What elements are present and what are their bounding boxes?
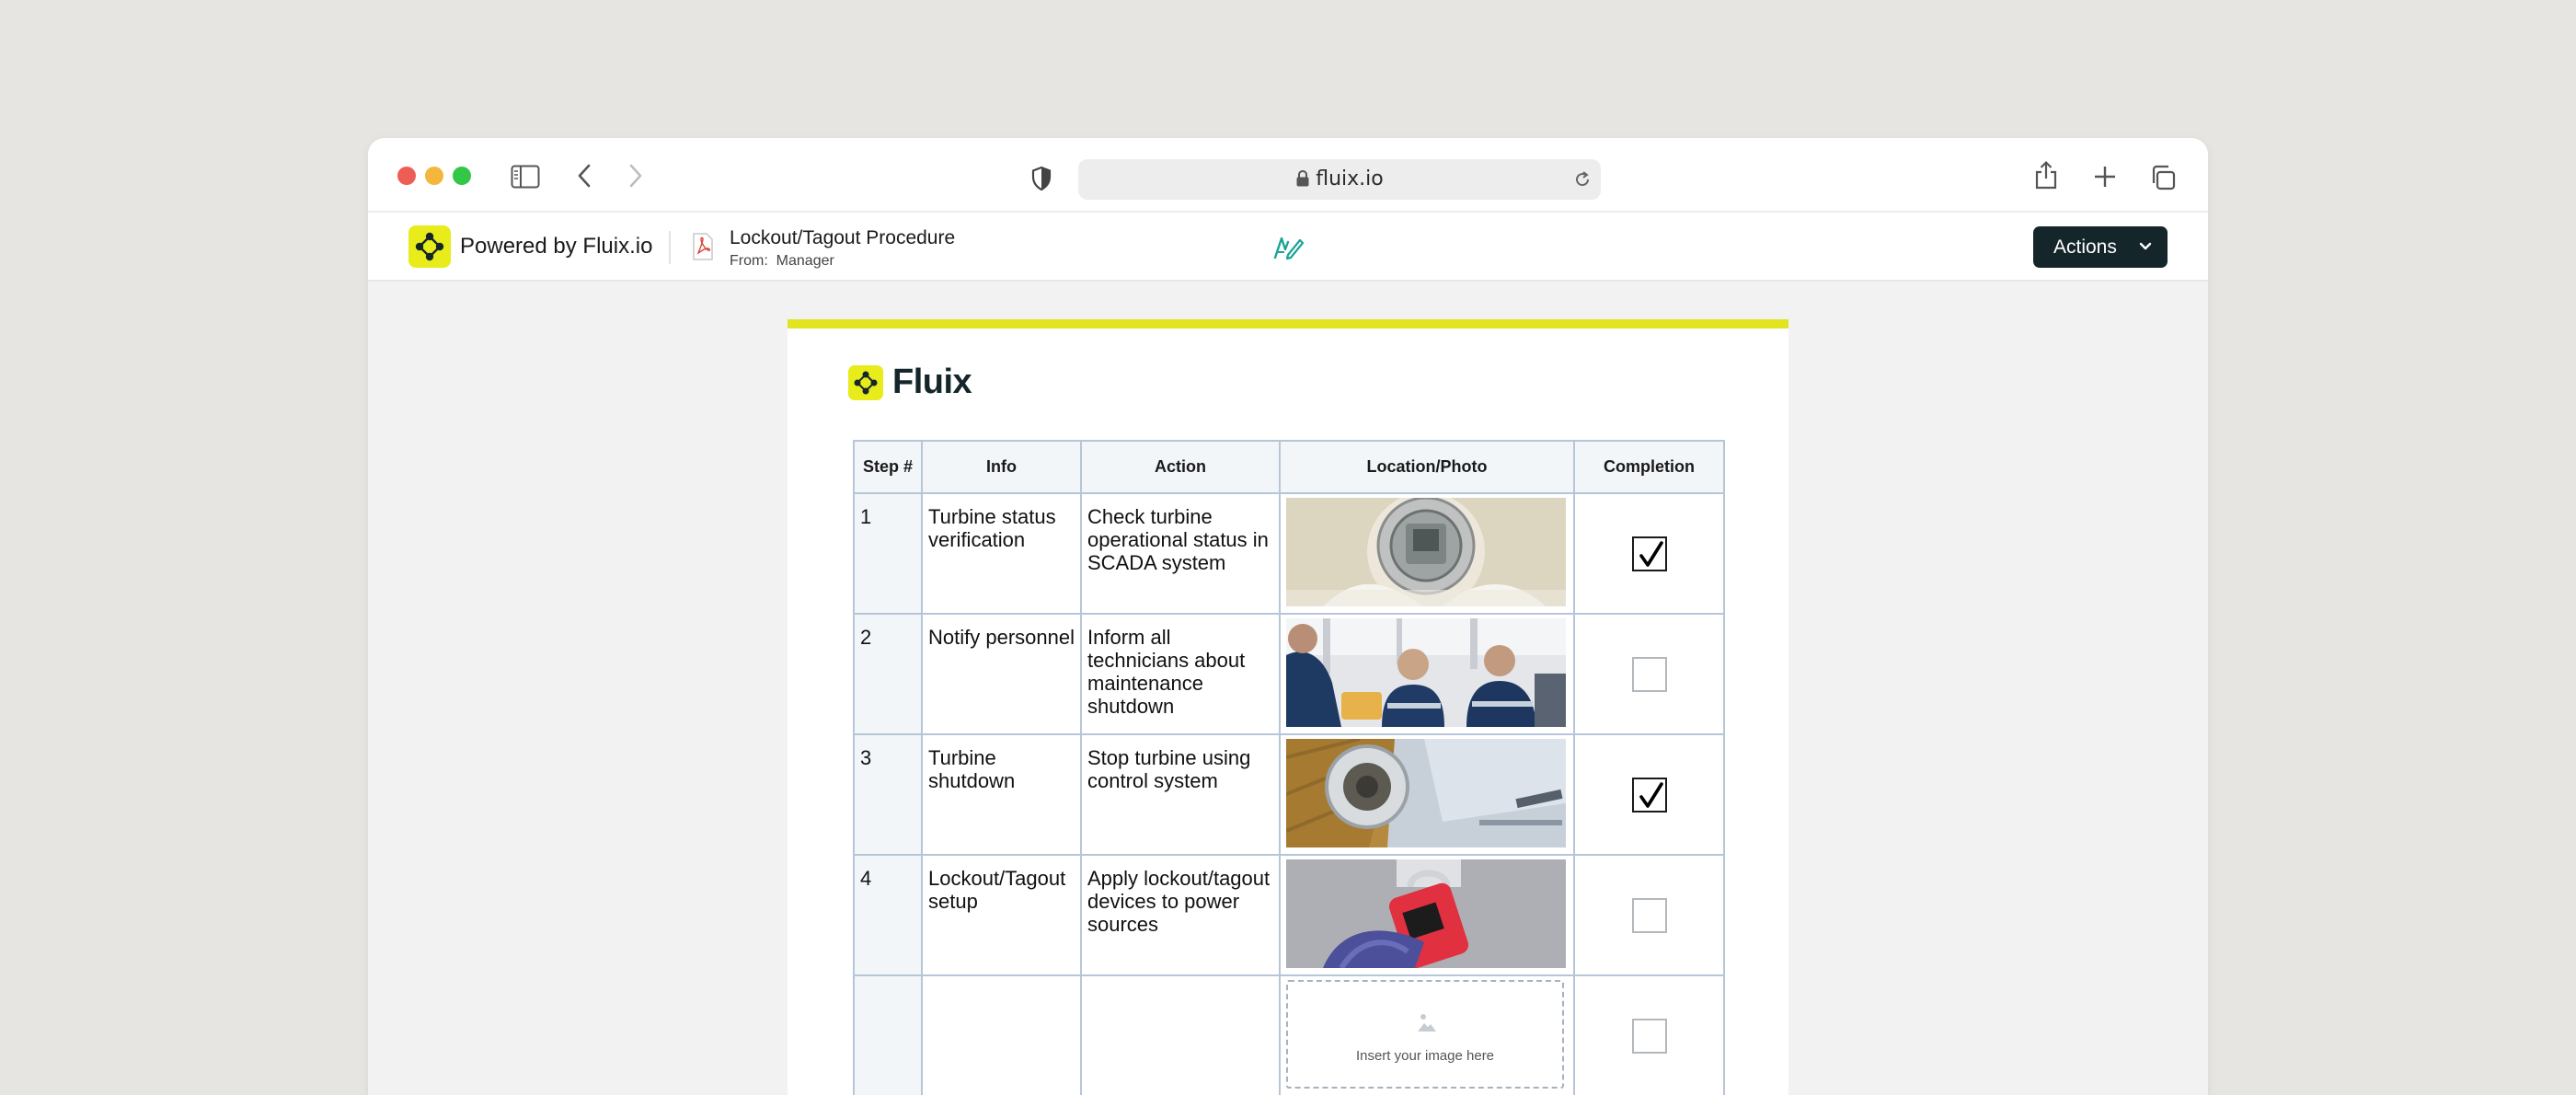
completion-cell <box>1573 733 1725 856</box>
step-number: 1 <box>853 492 923 615</box>
divider <box>669 231 671 264</box>
document-logo-text: Fluix <box>892 363 972 401</box>
document-sender: From: Manager <box>730 251 834 271</box>
table-row: 2 Notify personnel Inform all technician… <box>853 613 1725 735</box>
step-action[interactable]: Check turbine operational status in SCAD… <box>1080 492 1281 615</box>
shield-icon[interactable] <box>1030 166 1052 191</box>
browser-window: fluix.io Powered by Fluix.io Lockout/Tag… <box>368 138 2208 1095</box>
completion-cell <box>1573 613 1725 735</box>
powered-by-label: Powered by Fluix.io <box>460 234 653 259</box>
completion-checkbox[interactable] <box>1631 1018 1667 1054</box>
step-info[interactable]: Notify personnel <box>921 613 1082 735</box>
table-row: 3 Turbine shutdown Stop turbine using co… <box>853 733 1725 856</box>
table-row: Insert your image here <box>853 974 1725 1095</box>
technicians-photo[interactable] <box>1286 618 1566 727</box>
turbine-hub-photo[interactable] <box>1286 498 1566 606</box>
browser-toolbar: fluix.io <box>368 138 2208 213</box>
step-action[interactable]: Stop turbine using control system <box>1080 733 1281 856</box>
steps-table: Step # Info Action Location/Photo Comple… <box>853 440 1725 1095</box>
table-row: 4 Lockout/Tagout setup Apply lockout/tag… <box>853 854 1725 976</box>
column-header: Location/Photo <box>1279 440 1575 494</box>
completion-checkbox[interactable] <box>1631 777 1667 813</box>
step-number: 4 <box>853 854 923 976</box>
photo-cell <box>1279 613 1575 735</box>
step-number <box>853 974 923 1095</box>
fluix-logo-icon <box>408 225 451 268</box>
close-window-button[interactable] <box>397 167 416 185</box>
table-row: 1 Turbine status verification Check turb… <box>853 492 1725 615</box>
pdf-file-icon <box>693 233 713 260</box>
completion-cell <box>1573 492 1725 615</box>
table-header-row: Step # Info Action Location/Photo Comple… <box>853 440 1725 494</box>
new-tab-icon[interactable] <box>2093 165 2117 189</box>
reload-icon[interactable] <box>1573 170 1592 189</box>
checkmark-icon <box>1639 540 1663 567</box>
completion-checkbox[interactable] <box>1631 656 1667 692</box>
document-page: Fluix Step # Info Action Location/Photo … <box>788 319 1788 1095</box>
lockout-padlock-photo[interactable] <box>1286 859 1566 968</box>
step-number: 3 <box>853 733 923 856</box>
minimize-window-button[interactable] <box>425 167 443 185</box>
actions-label: Actions <box>2053 236 2117 258</box>
step-action[interactable]: Inform all technicians about maintenance… <box>1080 613 1281 735</box>
photo-cell: Insert your image here <box>1279 974 1575 1095</box>
url-text: fluix.io <box>1316 167 1384 190</box>
column-header: Completion <box>1573 440 1725 494</box>
photo-cell <box>1279 733 1575 856</box>
from-label: From: <box>730 253 768 269</box>
image-icon <box>1418 1014 1436 1032</box>
photo-cell <box>1279 854 1575 976</box>
photo-cell <box>1279 492 1575 615</box>
completion-cell <box>1573 854 1725 976</box>
step-action[interactable] <box>1080 974 1281 1095</box>
column-header: Action <box>1080 440 1281 494</box>
fluix-logo-icon <box>848 365 883 400</box>
app-header: Powered by Fluix.io Lockout/Tagout Proce… <box>368 213 2208 282</box>
zoom-window-button[interactable] <box>453 167 471 185</box>
completion-checkbox[interactable] <box>1631 536 1667 571</box>
image-placeholder[interactable]: Insert your image here <box>1286 980 1564 1089</box>
step-number: 2 <box>853 613 923 735</box>
image-placeholder-label: Insert your image here <box>1355 1048 1495 1064</box>
back-icon[interactable] <box>576 163 592 189</box>
forward-icon[interactable] <box>627 163 644 189</box>
signature-icon[interactable] <box>1271 233 1305 262</box>
document-title: Lockout/Tagout Procedure <box>730 227 956 248</box>
sidebar-icon[interactable] <box>511 165 540 189</box>
column-header: Info <box>921 440 1082 494</box>
actions-button[interactable]: Actions <box>2033 226 2168 268</box>
completion-checkbox[interactable] <box>1631 897 1667 933</box>
step-info[interactable]: Turbine status verification <box>921 492 1082 615</box>
turbine-nacelle-photo[interactable] <box>1286 739 1566 847</box>
address-bar[interactable]: fluix.io <box>1078 159 1601 200</box>
checkmark-icon <box>1639 781 1663 808</box>
column-header: Step # <box>853 440 923 494</box>
step-info[interactable] <box>921 974 1082 1095</box>
from-value: Manager <box>776 253 834 269</box>
lock-icon <box>1296 169 1309 187</box>
step-info[interactable]: Lockout/Tagout setup <box>921 854 1082 976</box>
step-info[interactable]: Turbine shutdown <box>921 733 1082 856</box>
tabs-overview-icon[interactable] <box>2150 165 2176 190</box>
share-icon[interactable] <box>2034 160 2058 190</box>
completion-cell <box>1573 974 1725 1095</box>
step-action[interactable]: Apply lockout/tagout devices to power so… <box>1080 854 1281 976</box>
chevron-down-icon <box>2139 242 2152 250</box>
